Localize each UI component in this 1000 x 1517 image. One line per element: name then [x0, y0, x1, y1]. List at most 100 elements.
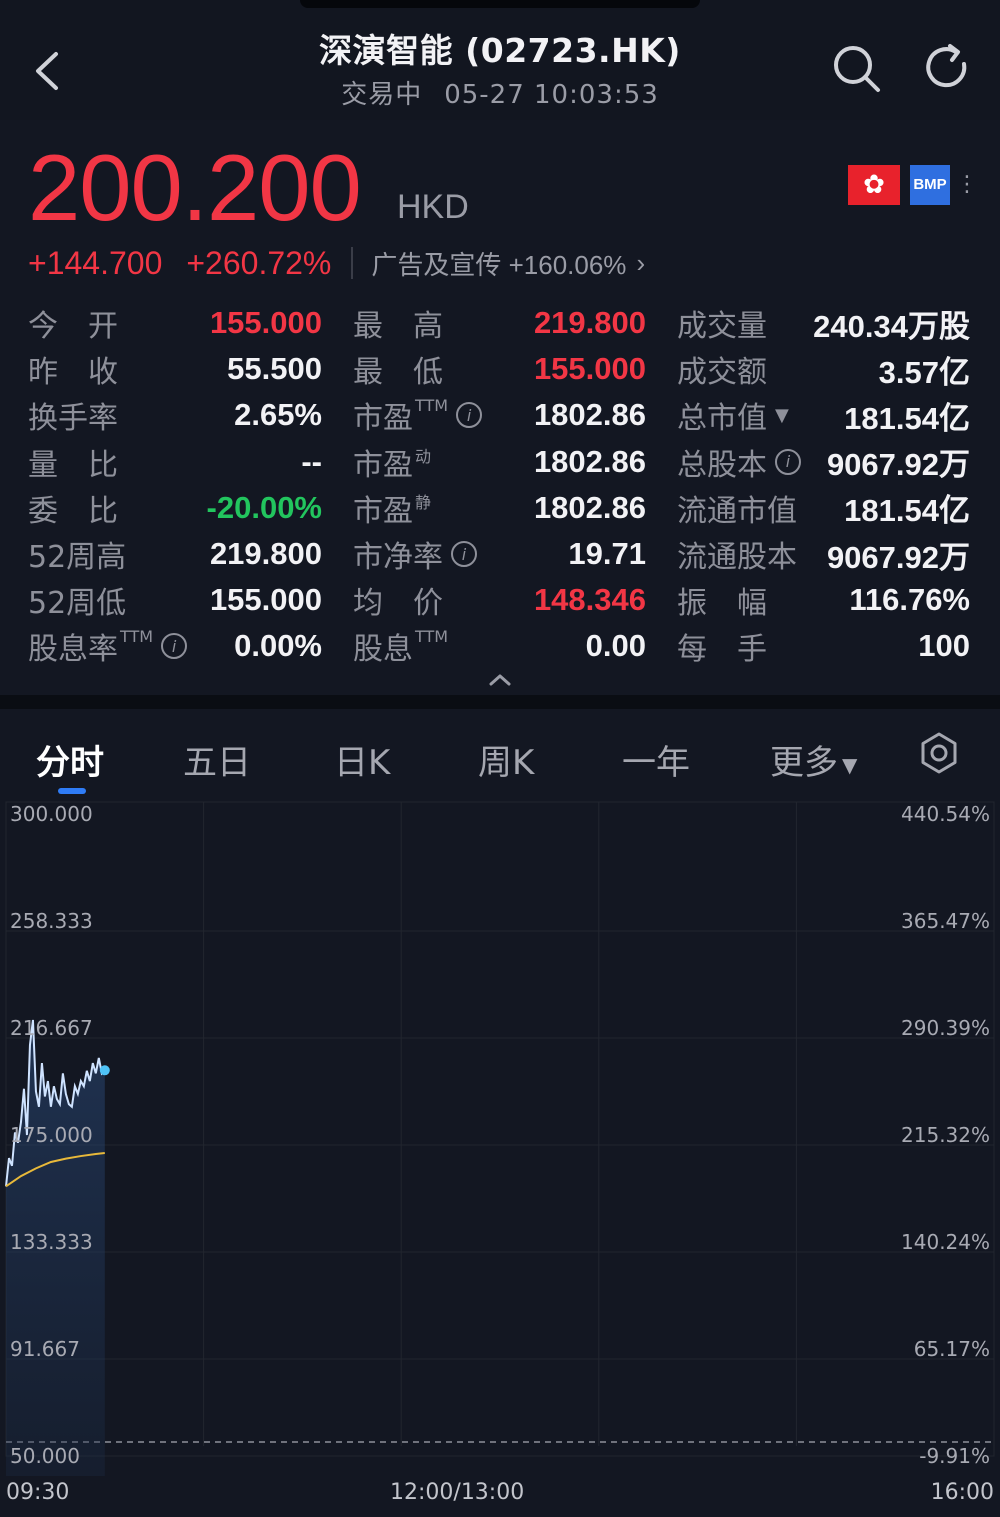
tab-more-label: 更多 — [770, 743, 838, 783]
stat-label[interactable]: 总市值 ▼ — [677, 392, 789, 438]
caret-down-icon: ▼ — [842, 752, 858, 777]
stat-row: 换手率 2.65% 市盈 TTM i 1802.86 总市值 ▼ 181.54亿 — [0, 392, 1000, 438]
stat-label: 52周低 — [28, 577, 126, 623]
tab-one-year[interactable]: 一年 — [622, 735, 690, 784]
stat-label[interactable]: 股息率 TTM i — [28, 623, 188, 669]
stat-row: 52周低 155.000 均 价 148.346 振 幅 116.76% — [0, 577, 1000, 623]
x-tick-label: 12:00/13:00 — [390, 1480, 525, 1505]
y-tick-label-right: -9.91% — [919, 1444, 990, 1468]
last-price: 200.200 — [28, 135, 362, 240]
stat-value: 240.34万股 — [813, 308, 970, 344]
stat-label-superscript: TTM — [415, 627, 449, 647]
top-bar: 深演智能 (02723.HK) 交易中 05-27 10:03:53 — [0, 0, 1000, 120]
stat-label-text: 流通市值 — [677, 493, 797, 529]
intraday-chart[interactable]: 300.000 440.54% 258.333 365.47% 216.667 290.3… — [0, 800, 1000, 1517]
market-badges: ✿ BMP ⋮ — [848, 164, 978, 205]
refresh-icon[interactable] — [920, 40, 976, 96]
stat-value: 3.57亿 — [878, 354, 970, 390]
stat-label: 均 价 — [353, 577, 443, 623]
y-tick-label-right: 65.17% — [913, 1337, 990, 1361]
active-tab-indicator — [58, 788, 86, 794]
stat-value: 116.76% — [849, 582, 970, 618]
chart-tabs: 分时 五日 日K 周K 一年 更多 ▼ — [0, 709, 1000, 801]
y-tick-label-left: 175.000 — [10, 1123, 93, 1147]
stat-label[interactable]: 市盈 TTM i — [353, 392, 483, 438]
more-vertical-icon[interactable]: ⋮ — [956, 173, 978, 196]
last-price-dot — [99, 1065, 110, 1076]
stat-label[interactable]: 市净率 i — [353, 531, 477, 577]
stat-label: 成交量 — [677, 300, 767, 346]
stat-value: 9067.92万 — [826, 539, 970, 575]
stat-label-text: 成交量 — [677, 309, 767, 344]
y-tick-label-right: 440.54% — [901, 802, 990, 826]
info-icon[interactable]: i — [775, 448, 801, 475]
section-separator — [0, 695, 1000, 709]
y-tick-label-right: 365.47% — [901, 909, 990, 933]
stat-label: 昨 收 — [28, 346, 118, 392]
stat-label: 52周高 — [28, 531, 126, 577]
stat-label[interactable]: 总股本 i — [677, 439, 801, 485]
chart-canvas — [5, 801, 995, 1476]
stat-label: 流通市值 — [677, 485, 797, 531]
collapse-caret-icon[interactable] — [486, 670, 514, 690]
tab-five-day[interactable]: 五日 — [183, 735, 251, 784]
stat-label-text: 52周高 — [28, 540, 127, 575]
y-tick-label-right: 140.24% — [901, 1230, 990, 1254]
y-tick-label-right: 290.39% — [901, 1016, 990, 1040]
stat-label-text: 委 比 — [28, 493, 118, 529]
info-icon[interactable]: i — [161, 633, 188, 660]
stat-row: 股息率 TTM i 0.00% 股息 TTM 0.00 每 手 100 — [0, 623, 1000, 669]
quote-datetime: 05-27 10:03:53 — [444, 80, 659, 110]
stat-label: 最 高 — [353, 300, 443, 346]
caret-down-icon[interactable]: ▼ — [775, 405, 789, 426]
stat-value: 155.000 — [209, 305, 322, 340]
trading-status: 交易中 — [341, 80, 423, 110]
stat-row: 今 开 155.000 最 高 219.800 成交量 240.34万股 — [0, 300, 1000, 346]
stat-value: 55.500 — [227, 351, 322, 387]
stat-label: 最 低 — [353, 346, 443, 392]
stat-label-text: 最 低 — [353, 355, 443, 391]
price-change: +144.700 — [28, 244, 163, 281]
stat-value: 181.54亿 — [844, 400, 970, 436]
stat-label: 委 比 — [28, 485, 118, 531]
stat-value: 2.65% — [234, 397, 322, 433]
info-icon[interactable]: i — [451, 541, 477, 567]
stat-label-text: 昨 收 — [28, 355, 118, 391]
stat-value: 148.346 — [533, 582, 646, 618]
plot-frame — [5, 801, 995, 1457]
stat-row: 委 比 -20.00% 市盈静 1802.86 流通市值 181.54亿 — [0, 485, 1000, 531]
stat-value: -20.00% — [206, 489, 322, 525]
stat-label-text: 市盈 — [353, 401, 413, 437]
info-icon[interactable]: i — [456, 402, 483, 429]
stat-label-text: 52周低 — [28, 586, 127, 622]
x-tick-label: 16:00 — [930, 1480, 994, 1505]
stat-label-text: 换手率 — [28, 401, 118, 437]
industry-link[interactable]: 广告及宣传 +160.06% › — [371, 245, 645, 282]
stat-label-superscript: 静 — [415, 492, 432, 512]
search-icon[interactable] — [828, 40, 884, 96]
stat-label: 振 幅 — [677, 577, 767, 623]
tab-weekly-k[interactable]: 周K — [478, 735, 534, 784]
industry-label: 广告及宣传 +160.06% — [371, 249, 627, 280]
hk-flag-icon[interactable]: ✿ — [848, 164, 900, 205]
tab-intraday[interactable]: 分时 — [36, 735, 104, 784]
stat-label: 今 开 — [28, 300, 118, 346]
currency-label: HKD — [397, 188, 469, 226]
stat-value: 1802.86 — [533, 443, 646, 479]
stat-label-superscript: 动 — [415, 446, 432, 466]
bmp-badge[interactable]: BMP — [910, 164, 950, 205]
y-tick-label-left: 50.000 — [10, 1444, 80, 1468]
tab-more[interactable]: 更多 ▼ — [770, 735, 857, 784]
stat-label-text: 振 幅 — [677, 586, 767, 622]
stat-label: 换手率 — [28, 392, 118, 438]
stat-label-text: 市盈 — [353, 447, 413, 483]
y-tick-label-left: 258.333 — [10, 909, 93, 933]
stat-label-text: 总股本 — [677, 447, 767, 483]
stat-label-text: 总市值 — [677, 401, 767, 437]
stat-label-text: 市盈 — [353, 493, 413, 529]
settings-icon[interactable] — [917, 731, 961, 775]
stat-label-superscript: TTM — [415, 396, 449, 416]
tab-daily-k[interactable]: 日K — [334, 735, 390, 784]
stat-label-text: 股息率 — [28, 632, 118, 668]
chevron-right-icon: › — [636, 247, 646, 278]
